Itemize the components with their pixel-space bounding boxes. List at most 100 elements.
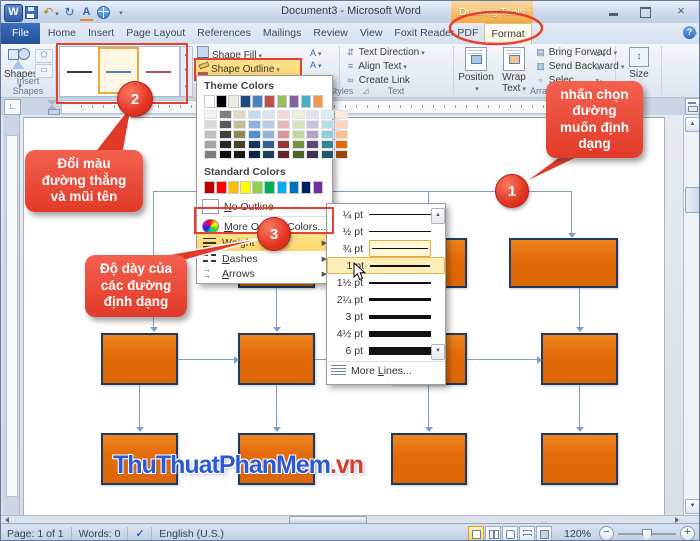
standard-color-swatch[interactable] bbox=[301, 181, 312, 194]
size-button[interactable]: ↕ Size bbox=[619, 47, 659, 80]
theme-shade-swatch[interactable] bbox=[204, 150, 217, 159]
theme-color-swatch[interactable] bbox=[216, 95, 227, 108]
outline-view-icon[interactable] bbox=[519, 526, 535, 541]
weight-option-2¼-pt[interactable]: 2¼ pt bbox=[327, 291, 445, 308]
theme-shade-swatch[interactable] bbox=[335, 120, 348, 129]
theme-shade-swatch[interactable] bbox=[292, 120, 305, 129]
diagram-box[interactable] bbox=[238, 333, 315, 385]
diagram-box[interactable] bbox=[509, 238, 618, 288]
full-screen-reading-view-icon[interactable] bbox=[485, 526, 501, 541]
vertical-scrollbar[interactable] bbox=[683, 115, 700, 515]
tab-page-layout[interactable]: Page Layout bbox=[120, 23, 191, 44]
diagram-connector[interactable] bbox=[276, 385, 277, 427]
theme-color-swatch[interactable] bbox=[301, 95, 312, 108]
text-fill-icon[interactable]: A▾ bbox=[310, 47, 326, 59]
tab-format[interactable]: Format bbox=[484, 23, 531, 44]
theme-shade-swatch[interactable] bbox=[262, 110, 275, 119]
theme-shade-swatch[interactable] bbox=[219, 150, 232, 159]
view-ruler-toggle-icon[interactable] bbox=[685, 98, 700, 115]
theme-shade-swatch[interactable] bbox=[277, 110, 290, 119]
theme-shade-swatch[interactable] bbox=[233, 150, 246, 159]
language-status[interactable]: English (U.S.) bbox=[159, 528, 224, 540]
submenu-scrollbar[interactable]: ▲ ▼ bbox=[431, 208, 443, 360]
menu-item-arrows[interactable]: →→Arrows▶ bbox=[197, 266, 332, 281]
standard-color-swatch[interactable] bbox=[289, 181, 300, 194]
tab-file[interactable]: File bbox=[1, 23, 40, 44]
theme-shade-swatch[interactable] bbox=[219, 140, 232, 149]
weight-option-¼-pt[interactable]: ¼ pt bbox=[327, 206, 445, 223]
scroll-down-icon[interactable]: ▼ bbox=[685, 499, 700, 514]
menu-item-dashes[interactable]: Dashes▶ bbox=[197, 251, 332, 266]
draft-view-icon[interactable] bbox=[536, 526, 552, 541]
theme-shade-swatch[interactable] bbox=[306, 110, 319, 119]
diagram-box[interactable] bbox=[541, 333, 618, 385]
diagram-connector[interactable] bbox=[139, 385, 140, 427]
align-objects-icon[interactable]: ≡▾ bbox=[595, 49, 606, 59]
weight-option-1½-pt[interactable]: 1½ pt bbox=[327, 274, 445, 291]
tab-insert[interactable]: Insert bbox=[82, 23, 120, 44]
theme-shade-swatch[interactable] bbox=[277, 140, 290, 149]
weight-option-¾-pt[interactable]: ¾ pt bbox=[327, 240, 445, 257]
minimize-button[interactable] bbox=[603, 5, 623, 19]
maximize-button[interactable] bbox=[635, 5, 655, 19]
standard-color-swatch[interactable] bbox=[216, 181, 227, 194]
diagram-connector[interactable] bbox=[428, 385, 429, 427]
tab-review[interactable]: Review bbox=[307, 23, 353, 44]
edit-shape-icon[interactable]: ⬠ bbox=[35, 49, 53, 63]
diagram-box[interactable] bbox=[541, 433, 618, 485]
theme-shade-swatch[interactable] bbox=[292, 110, 305, 119]
standard-color-swatch[interactable] bbox=[204, 181, 215, 194]
page-count[interactable]: Page: 1 of 1 bbox=[7, 528, 64, 540]
theme-color-swatch[interactable] bbox=[204, 95, 215, 108]
standard-color-swatch[interactable] bbox=[240, 181, 251, 194]
zoom-slider-thumb[interactable] bbox=[642, 529, 652, 541]
zoom-in-icon[interactable]: + bbox=[680, 526, 695, 541]
standard-color-swatch[interactable] bbox=[252, 181, 263, 194]
create-link-button[interactable]: ∞ Create Link bbox=[345, 75, 410, 86]
theme-shade-swatch[interactable] bbox=[233, 110, 246, 119]
zoom-out-icon[interactable]: − bbox=[599, 526, 614, 541]
theme-color-swatch[interactable] bbox=[313, 95, 324, 108]
theme-shade-swatch[interactable] bbox=[277, 120, 290, 129]
theme-shade-swatch[interactable] bbox=[321, 140, 334, 149]
spell-check-icon[interactable]: ✓ bbox=[135, 528, 144, 540]
more-lines-item[interactable]: More Lines... bbox=[327, 361, 445, 379]
theme-shade-swatch[interactable] bbox=[248, 150, 261, 159]
weight-option-6-pt[interactable]: 6 pt bbox=[327, 342, 445, 359]
diagram-connector[interactable] bbox=[579, 288, 580, 327]
theme-shade-swatch[interactable] bbox=[233, 130, 246, 139]
theme-shade-swatch[interactable] bbox=[204, 120, 217, 129]
close-button[interactable]: × bbox=[671, 5, 691, 19]
theme-shade-swatch[interactable] bbox=[204, 110, 217, 119]
theme-color-swatch[interactable] bbox=[264, 95, 275, 108]
theme-shade-swatch[interactable] bbox=[335, 130, 348, 139]
theme-shade-swatch[interactable] bbox=[204, 140, 217, 149]
position-button[interactable]: Position▾ bbox=[457, 47, 495, 94]
theme-shade-swatch[interactable] bbox=[233, 140, 246, 149]
theme-shade-swatch[interactable] bbox=[321, 120, 334, 129]
theme-shade-swatch[interactable] bbox=[219, 120, 232, 129]
theme-shade-swatch[interactable] bbox=[335, 150, 348, 159]
zoom-level[interactable]: 120% bbox=[564, 528, 591, 540]
help-icon[interactable]: ? bbox=[683, 26, 696, 39]
standard-color-swatch[interactable] bbox=[264, 181, 275, 194]
theme-shade-swatch[interactable] bbox=[248, 110, 261, 119]
theme-color-swatch[interactable] bbox=[252, 95, 263, 108]
theme-shade-swatch[interactable] bbox=[321, 130, 334, 139]
text-outline-icon[interactable]: A▾ bbox=[310, 59, 326, 71]
diagram-connector[interactable] bbox=[579, 385, 580, 427]
send-backward-button[interactable]: ▥ Send Backward▾ bbox=[535, 61, 624, 72]
theme-shade-swatch[interactable] bbox=[306, 140, 319, 149]
text-direction-button[interactable]: ⇵ Text Direction▾ bbox=[345, 47, 425, 58]
theme-shade-swatch[interactable] bbox=[248, 120, 261, 129]
tab-references[interactable]: References bbox=[191, 23, 257, 44]
weight-option-½-pt[interactable]: ½ pt bbox=[327, 223, 445, 240]
web-layout-view-icon[interactable] bbox=[502, 526, 518, 541]
print-layout-view-icon[interactable] bbox=[468, 526, 484, 541]
vertical-scroll-thumb[interactable] bbox=[685, 187, 700, 213]
theme-shade-swatch[interactable] bbox=[335, 110, 348, 119]
diagram-connector[interactable] bbox=[178, 359, 234, 360]
tab-home[interactable]: Home bbox=[42, 23, 82, 44]
submenu-scroll-down-icon[interactable]: ▼ bbox=[431, 344, 445, 360]
theme-color-swatch[interactable] bbox=[289, 95, 300, 108]
